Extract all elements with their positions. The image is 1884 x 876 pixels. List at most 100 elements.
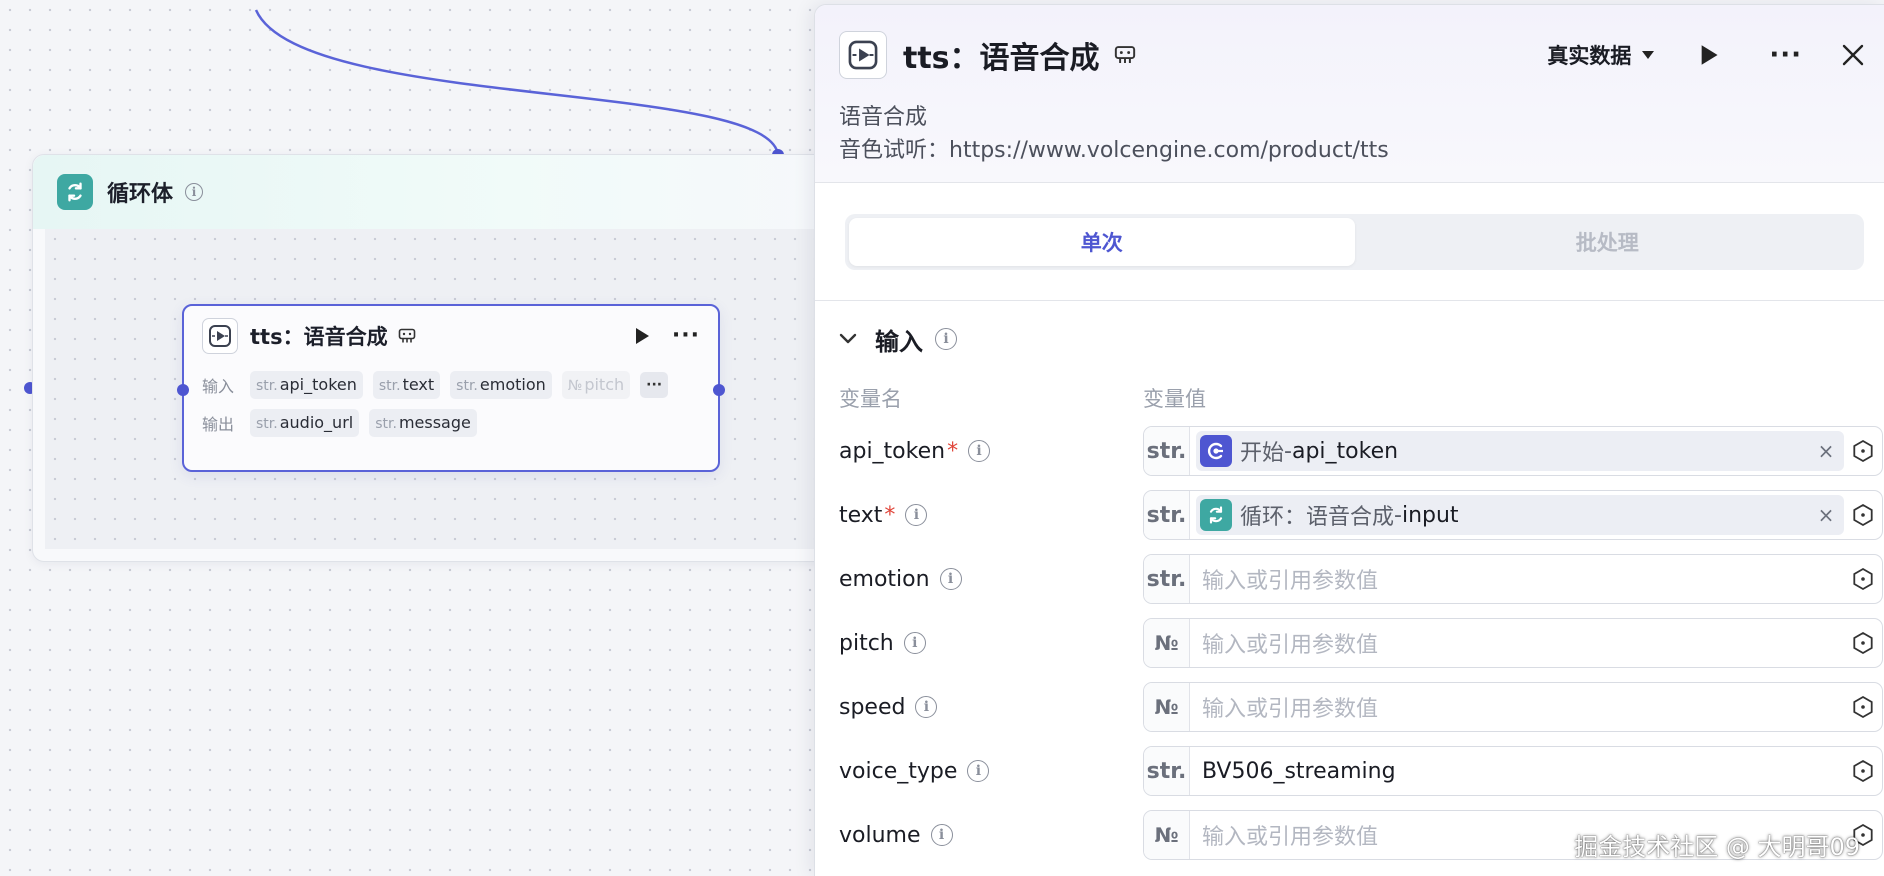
info-icon[interactable]: i	[915, 696, 938, 718]
tts-input-port[interactable]	[177, 384, 189, 396]
input-chip: № pitch	[561, 371, 631, 399]
panel-more-icon[interactable]: ···	[1769, 42, 1802, 68]
caret-down-icon	[1641, 50, 1655, 60]
node-more-icon[interactable]: ···	[672, 325, 700, 347]
param-row-emotion: emotion i str. 输入或引用参数值	[815, 547, 1884, 611]
param-value-input[interactable]: 输入或引用参数值	[1190, 683, 1844, 731]
ref-variable: api_token	[1291, 438, 1399, 464]
param-label: speed	[839, 694, 906, 720]
input-chip: str. emotion	[450, 371, 552, 399]
tts-plugin-logo-icon	[202, 318, 238, 354]
variable-select-icon[interactable]	[1844, 631, 1882, 655]
type-badge: str.	[1144, 427, 1190, 475]
type-badge: №	[1144, 619, 1190, 667]
param-input[interactable]: № 输入或引用参数值	[1143, 618, 1883, 668]
variable-select-icon[interactable]	[1844, 503, 1882, 527]
param-input[interactable]: № 输入或引用参数值	[1143, 682, 1883, 732]
panel-description: 语音合成 音色试听：https://www.volcengine.com/pro…	[839, 101, 1389, 167]
input-chip: str. api_token	[250, 371, 363, 399]
variable-select-icon[interactable]	[1844, 759, 1882, 783]
more-inputs-button[interactable]: ···	[640, 372, 669, 398]
required-marker: *	[947, 438, 959, 464]
description-link[interactable]: 音色试听：https://www.volcengine.com/product/…	[839, 134, 1389, 167]
start-node-icon	[1200, 435, 1232, 467]
run-icon[interactable]	[1699, 44, 1719, 66]
tts-inputs-row: 输入 str. api_token str. text str. emotion № p…	[184, 366, 718, 404]
tts-outputs-row: 输出 str. audio_url str. message	[184, 404, 718, 442]
mode-tabs: 单次 批处理	[845, 213, 1864, 270]
param-name: emotion i	[839, 567, 1143, 592]
param-value-input[interactable]: 输入或引用参数值	[1190, 619, 1844, 667]
type-badge: №	[1144, 683, 1190, 731]
type-badge: №	[1144, 811, 1190, 859]
tabs-bar: 单次 批处理	[815, 183, 1884, 301]
param-column-headers: 变量名 变量值	[815, 377, 1884, 419]
panel-header: tts：语音合成 真实数据 ··· 语音合成 音色试听：https://www.…	[815, 5, 1884, 183]
info-icon[interactable]: i	[935, 328, 957, 350]
tts-node[interactable]: tts：语音合成 ··· 输入 str. api_token str. text s…	[177, 304, 725, 472]
param-label: emotion	[839, 566, 930, 592]
reference-chip[interactable]: 循环：语音合成 - input ×	[1196, 495, 1844, 535]
description-line: 语音合成	[839, 105, 928, 130]
loop-node-title: 循环体	[107, 182, 174, 207]
info-icon[interactable]: i	[968, 440, 991, 462]
param-name: voice_type i	[839, 759, 1143, 784]
tts-output-port[interactable]	[713, 384, 725, 396]
clear-reference-icon[interactable]: ×	[1814, 439, 1838, 463]
chevron-down-icon[interactable]	[839, 333, 857, 345]
variable-select-icon[interactable]	[1844, 439, 1882, 463]
reference-chip[interactable]: 开始 - api_token ×	[1196, 431, 1844, 471]
info-icon[interactable]: i	[967, 760, 990, 782]
loop-node-header[interactable]: 循环体 i	[33, 155, 831, 229]
param-input[interactable]: str. 循环：语音合成 - input ×	[1143, 490, 1883, 540]
info-icon[interactable]: i	[185, 183, 204, 201]
param-row-api-token: api_token * i str. 开始 - api_token ×	[815, 419, 1884, 483]
loop-icon	[1200, 499, 1232, 531]
info-icon[interactable]: i	[930, 824, 953, 846]
tab-single[interactable]: 单次	[849, 217, 1355, 266]
param-name: api_token * i	[839, 439, 1143, 464]
input-chip: str. text	[372, 371, 441, 399]
info-icon[interactable]: i	[905, 504, 928, 526]
ref-separator: -	[1394, 502, 1402, 528]
param-input[interactable]: str. 输入或引用参数值	[1143, 554, 1883, 604]
info-icon[interactable]: i	[939, 568, 962, 590]
node-config-panel: tts：语音合成 真实数据 ··· 语音合成 音色试听：https://www.…	[814, 4, 1884, 876]
variable-select-icon[interactable]	[1844, 567, 1882, 591]
param-input[interactable]: str. 开始 - api_token ×	[1143, 426, 1883, 476]
required-marker: *	[884, 502, 896, 528]
param-label: text	[839, 502, 883, 528]
col-value-header: 变量值	[1143, 387, 1206, 411]
ref-variable: input	[1401, 502, 1459, 528]
input-section-header[interactable]: 输入 i	[815, 301, 1884, 377]
param-input[interactable]: str. BV506_streaming	[1143, 746, 1883, 796]
output-chip: str. message	[369, 409, 477, 437]
param-row-voice-type: voice_type i str. BV506_streaming	[815, 739, 1884, 803]
variable-select-icon[interactable]	[1844, 695, 1882, 719]
info-icon[interactable]: i	[903, 632, 926, 654]
param-label: pitch	[839, 630, 894, 656]
watermark: 掘金技术社区 @ 大明哥09	[1574, 833, 1860, 861]
output-chip: str. audio_url	[250, 409, 360, 437]
tab-batch[interactable]: 批处理	[1355, 218, 1861, 266]
type-badge: str.	[1144, 747, 1190, 795]
outputs-label: 输出	[202, 415, 235, 434]
param-value-input[interactable]: BV506_streaming	[1190, 747, 1844, 795]
ref-separator: -	[1284, 438, 1292, 464]
plugin-icon	[398, 328, 416, 344]
inputs-label: 输入	[202, 377, 235, 396]
col-name-header: 变量名	[839, 387, 902, 411]
data-mode-label: 真实数据	[1547, 44, 1632, 68]
param-name: speed i	[839, 695, 1143, 720]
section-title: 输入	[875, 327, 923, 356]
clear-reference-icon[interactable]: ×	[1814, 503, 1838, 527]
ref-source: 循环：语音合成	[1240, 505, 1395, 530]
param-value-input[interactable]: 输入或引用参数值	[1190, 555, 1844, 603]
close-icon[interactable]	[1842, 44, 1864, 66]
type-badge: str.	[1144, 555, 1190, 603]
tts-node-title: tts：语音合成	[250, 325, 388, 349]
run-node-icon[interactable]	[634, 327, 650, 345]
param-name: volume i	[839, 823, 1143, 848]
data-mode-select[interactable]: 真实数据	[1547, 40, 1655, 70]
param-row-speed: speed i № 输入或引用参数值	[815, 675, 1884, 739]
